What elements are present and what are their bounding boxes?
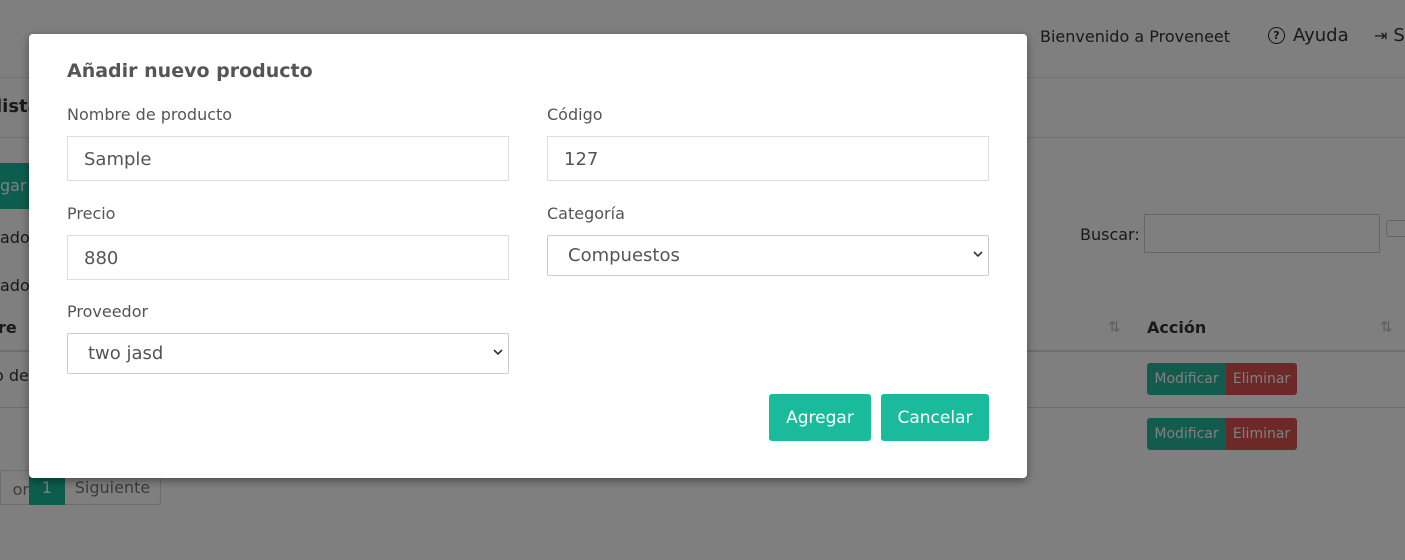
modal-title: Añadir nuevo producto [67, 60, 313, 82]
product-name-label: Nombre de producto [67, 105, 233, 124]
category-selected-value: Compuestos [568, 245, 680, 266]
chevron-down-icon [493, 349, 503, 356]
supplier-label: Proveedor [67, 302, 149, 321]
category-label: Categoría [547, 204, 625, 223]
price-input[interactable]: 880 [67, 235, 509, 280]
add-product-modal: Añadir nuevo producto Nombre de producto… [29, 34, 1027, 478]
supplier-select[interactable]: two jasd [67, 333, 509, 374]
add-button[interactable]: Agregar [769, 394, 871, 441]
product-name-input[interactable]: Sample [67, 136, 509, 181]
cancel-button[interactable]: Cancelar [881, 394, 989, 441]
category-select[interactable]: Compuestos [547, 235, 989, 276]
chevron-down-icon [973, 251, 983, 258]
code-input[interactable]: 127 [547, 136, 989, 181]
code-label: Código [547, 105, 603, 124]
supplier-selected-value: two jasd [88, 343, 164, 364]
price-label: Precio [67, 204, 116, 223]
